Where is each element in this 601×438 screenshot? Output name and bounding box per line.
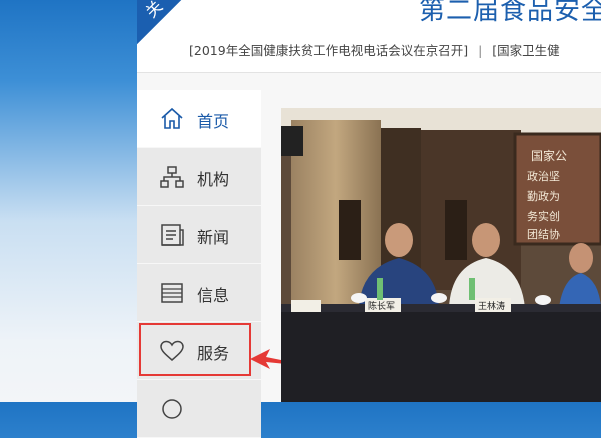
sidebar-item-news[interactable]: 新闻 (137, 206, 261, 264)
nameplate-text: 王林涛 (478, 300, 505, 312)
ticker-item[interactable]: [国家卫生健 (492, 43, 559, 58)
home-icon (161, 107, 183, 129)
ticker-item[interactable]: [2019年全国健康扶贫工作电视电话会议在京召开] (189, 43, 468, 58)
page-title[interactable]: 第二届食品安全 (419, 0, 601, 27)
wall-sign-text: 政治坚 (527, 169, 560, 183)
org-chart-icon (160, 166, 184, 188)
nameplate-text: 陈长军 (368, 300, 395, 312)
meeting-photo: 国家公 政治坚 勤政为 务实创 团结协 陈长军 王林涛 (281, 108, 601, 402)
sidebar-item-label: 新闻 (197, 228, 230, 247)
highlight-box (139, 323, 251, 376)
news-icon (161, 224, 184, 246)
wall-sign-text: 团结协 (527, 227, 560, 241)
site-header: 关 第二届食品安全 [2019年全国健康扶贫工作电视电话会议在京召开] | [国家卫… (137, 0, 601, 72)
wall-sign-text: 务实创 (527, 209, 560, 223)
sidebar-item-label: 机构 (197, 170, 230, 189)
wall-sign-text: 国家公 (531, 148, 567, 163)
circle-icon (162, 399, 182, 419)
sidebar-item-org[interactable]: 机构 (137, 148, 261, 206)
ticker-separator: | (478, 43, 483, 58)
header-divider (137, 72, 601, 73)
wall-sign-text: 勤政为 (527, 189, 560, 203)
news-photo[interactable]: 国家公 政治坚 勤政为 务实创 团结协 陈长军 王林涛 (281, 108, 601, 402)
sidebar-item-home[interactable]: 首页 (137, 90, 261, 148)
sidebar-item-label: 信息 (197, 286, 230, 305)
news-ticker: [2019年全国健康扶贫工作电视电话会议在京召开] | [国家卫生健 (189, 40, 560, 59)
sidebar-item-more[interactable] (137, 380, 261, 438)
sidebar-item-label: 首页 (197, 112, 230, 131)
sidebar-item-info[interactable]: 信息 (137, 264, 261, 322)
info-icon (161, 283, 183, 303)
